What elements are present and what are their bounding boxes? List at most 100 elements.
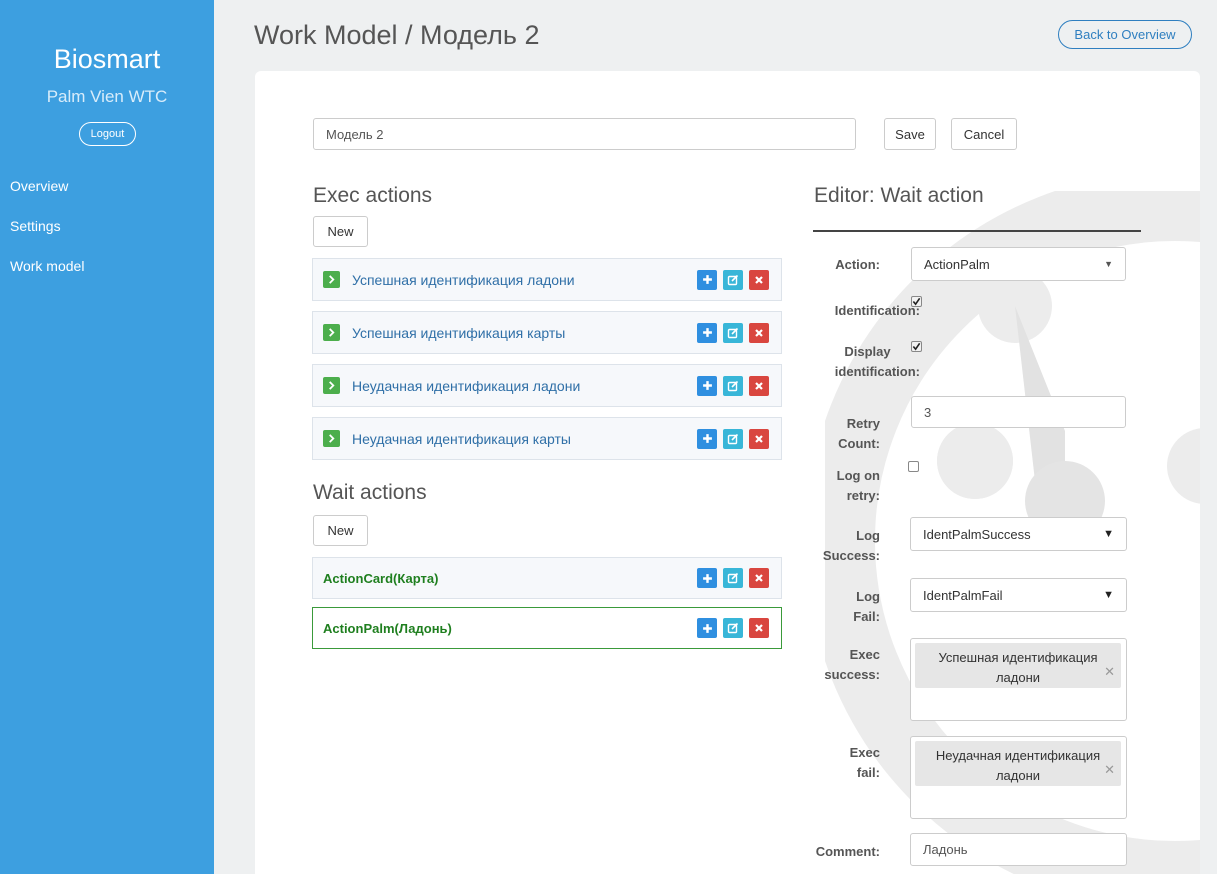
delete-icon[interactable]: [749, 568, 769, 588]
wait-actions-heading: Wait actions: [313, 481, 427, 504]
check-icon: [912, 297, 921, 306]
exec-fail-label-line1: Exec: [849, 745, 880, 760]
log-success-label-line1: Log: [856, 528, 880, 543]
sidebar-item-overview[interactable]: Overview: [0, 178, 214, 218]
list-item[interactable]: Успешная идентификация ладони: [312, 258, 782, 301]
save-button[interactable]: Save: [884, 118, 936, 150]
delete-icon[interactable]: [749, 618, 769, 638]
retry-count-input[interactable]: 3: [911, 396, 1126, 428]
exec-fail-label-line2: fail:: [856, 765, 880, 780]
sidebar: Biosmart Palm Vien WTC Logout Overview S…: [0, 0, 214, 874]
comment-input[interactable]: Ладонь: [910, 833, 1127, 866]
exec-fail-multiselect[interactable]: Неудачная идентификация ладони ✕: [910, 736, 1127, 819]
action-select-value: ActionPalm: [924, 256, 990, 272]
exec-item-label: Неудачная идентификация карты: [352, 430, 571, 447]
log-on-retry-label: Log on retry:: [795, 466, 880, 506]
wait-new-button[interactable]: New: [313, 515, 368, 546]
exec-success-multiselect[interactable]: Успешная идентификация ладони ✕: [910, 638, 1127, 721]
exec-item-label: Успешная идентификация ладони: [352, 271, 575, 288]
list-item-selected[interactable]: ActionPalm(Ладонь): [312, 607, 782, 649]
log-fail-select-value: IdentPalmFail: [923, 587, 1003, 603]
display-identification-label-line2: identification:: [834, 364, 920, 379]
exec-fail-tag: Неудачная идентификация ладони ✕: [915, 741, 1121, 786]
retry-count-label: Retry Count:: [795, 414, 880, 454]
plus-icon[interactable]: [697, 375, 717, 396]
page-title: Work Model / Модель 2: [254, 20, 540, 50]
retry-count-label-line1: Retry: [846, 416, 880, 431]
edit-icon[interactable]: [723, 428, 743, 449]
log-fail-select[interactable]: IdentPalmFail ▼: [910, 578, 1127, 612]
list-item[interactable]: ActionCard(Карта): [312, 557, 782, 599]
log-success-label: Log Success:: [795, 526, 880, 566]
plus-icon[interactable]: [697, 618, 717, 638]
action-select[interactable]: ActionPalm ▼: [911, 247, 1126, 281]
delete-icon[interactable]: [749, 269, 769, 290]
exec-success-label: Exec success:: [795, 645, 880, 685]
retry-count-label-line2: Count:: [838, 436, 880, 451]
exec-success-label-line1: Exec: [849, 647, 880, 662]
back-to-overview-button[interactable]: Back to Overview: [1058, 20, 1192, 49]
exec-actions-list: Успешная идентификация ладони Успешная и…: [312, 258, 782, 460]
delete-icon[interactable]: [749, 428, 769, 449]
edit-icon[interactable]: [723, 375, 743, 396]
chevron-down-icon: ▼: [1103, 528, 1114, 540]
log-on-retry-checkbox[interactable]: [908, 461, 919, 472]
chevron-down-icon: ▼: [1104, 259, 1113, 269]
model-name-input[interactable]: Модель 2: [313, 118, 856, 150]
close-icon[interactable]: ✕: [1104, 662, 1115, 682]
editor-title: Editor: Wait action: [814, 184, 984, 207]
chevron-down-icon: ▼: [1103, 589, 1114, 601]
cancel-button[interactable]: Cancel: [951, 118, 1017, 150]
exec-success-tag-line2: ладони: [995, 670, 1041, 685]
log-success-select[interactable]: IdentPalmSuccess ▼: [910, 517, 1127, 551]
exec-new-button[interactable]: New: [313, 216, 368, 247]
display-identification-checkbox[interactable]: [911, 341, 922, 352]
exec-fail-tag-line1: Неудачная идентификация: [935, 748, 1101, 763]
display-identification-label: Display identification:: [795, 342, 920, 382]
editor-divider: [813, 230, 1141, 232]
exec-fail-tag-line2: ладони: [995, 768, 1041, 783]
wait-actions-list: ActionCard(Карта) ActionPalm(Ладонь): [312, 557, 782, 649]
exec-success-tag: Успешная идентификация ладони ✕: [915, 643, 1121, 688]
delete-icon[interactable]: [749, 375, 769, 396]
sidebar-item-settings[interactable]: Settings: [0, 218, 214, 258]
list-item[interactable]: Успешная идентификация карты: [312, 311, 782, 354]
exec-actions-heading: Exec actions: [313, 184, 433, 207]
log-fail-label-line2: Fail:: [853, 609, 880, 624]
plus-icon[interactable]: [697, 322, 717, 343]
plus-icon[interactable]: [697, 269, 717, 290]
action-label: Action:: [835, 257, 880, 272]
sidebar-item-work-model[interactable]: Work model: [0, 258, 214, 298]
chevron-right-icon: [323, 271, 340, 288]
exec-success-label-line2: success:: [824, 667, 880, 682]
check-icon: [912, 342, 921, 351]
display-identification-label-line1: Display: [844, 344, 891, 359]
edit-icon[interactable]: [723, 568, 743, 588]
list-item[interactable]: Неудачная идентификация карты: [312, 417, 782, 460]
sidebar-nav: Overview Settings Work model: [0, 178, 214, 298]
log-on-retry-label-line1: Log on: [836, 468, 880, 483]
main-panel: Модель 2 Save Cancel Exec actions New Ус…: [255, 71, 1200, 874]
list-item[interactable]: Неудачная идентификация ладони: [312, 364, 782, 407]
log-success-select-value: IdentPalmSuccess: [923, 526, 1031, 542]
brand-title: Biosmart: [53, 44, 161, 74]
close-icon[interactable]: ✕: [1104, 760, 1115, 780]
exec-success-tag-line1: Успешная идентификация: [938, 650, 1098, 665]
identification-checkbox[interactable]: [911, 296, 922, 307]
wait-item-label: ActionPalm(Ладонь): [323, 620, 452, 636]
edit-icon[interactable]: [723, 269, 743, 290]
log-fail-label: Log Fail:: [795, 587, 880, 627]
chevron-right-icon: [323, 377, 340, 394]
edit-icon[interactable]: [723, 322, 743, 343]
delete-icon[interactable]: [749, 322, 769, 343]
exec-item-label: Успешная идентификация карты: [352, 324, 566, 341]
comment-label: Comment:: [815, 844, 880, 859]
chevron-right-icon: [323, 324, 340, 341]
edit-icon[interactable]: [723, 618, 743, 638]
log-success-label-line2: Success:: [822, 548, 880, 563]
logout-button[interactable]: Logout: [79, 122, 136, 146]
exec-item-label: Неудачная идентификация ладони: [352, 377, 581, 394]
identification-label: Identification:: [834, 303, 920, 318]
plus-icon[interactable]: [697, 568, 717, 588]
plus-icon[interactable]: [697, 428, 717, 449]
